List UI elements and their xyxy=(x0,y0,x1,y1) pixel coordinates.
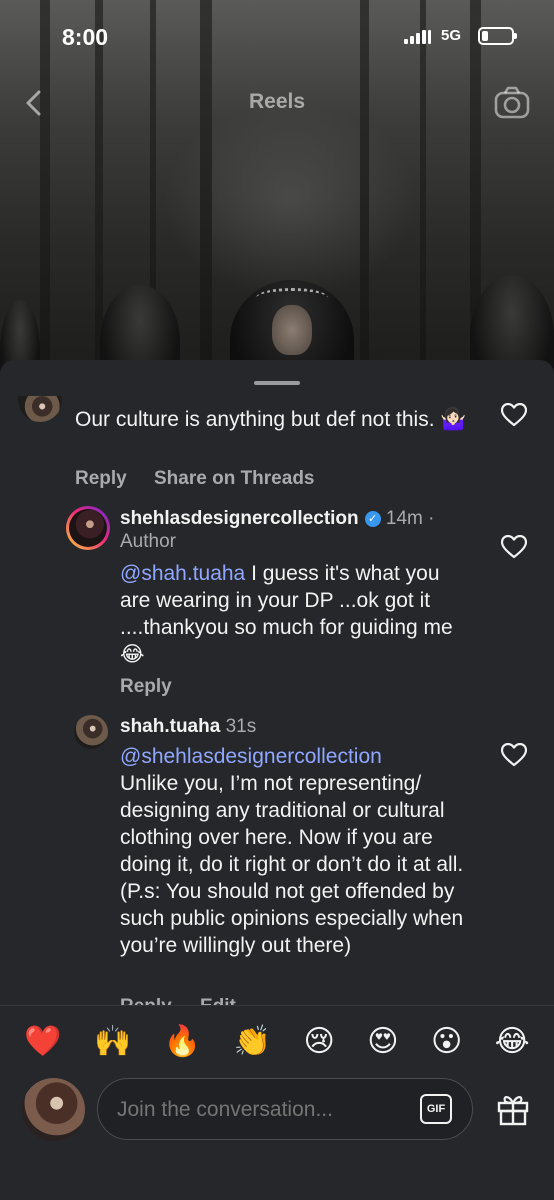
emoji-heart[interactable]: ❤️ xyxy=(24,1022,61,1062)
avatar[interactable] xyxy=(74,715,108,749)
comment-time: 14m xyxy=(385,508,423,529)
comment-mention: @shehlasdesignercollection xyxy=(120,743,480,770)
camera-icon[interactable] xyxy=(494,86,530,120)
comment-header: shehlasdesignercollection ✓ 14m · xyxy=(120,507,540,531)
verified-badge-icon: ✓ xyxy=(364,511,381,527)
comment-username[interactable]: shah.tuaha xyxy=(120,716,220,737)
avatar[interactable] xyxy=(66,506,110,550)
network-label: 5G xyxy=(441,27,462,44)
quick-emoji-bar: ❤️ 🙌 🔥 👏 😢 😍 😮 😂 xyxy=(0,1020,554,1064)
status-time: 8:00 xyxy=(62,24,109,50)
battery-icon xyxy=(478,27,517,45)
gift-icon[interactable] xyxy=(496,1092,530,1126)
reel-video-frame[interactable] xyxy=(0,0,554,400)
emoji-raised-hands[interactable]: 🙌 xyxy=(94,1022,131,1062)
mention-link[interactable]: @shehlasdesignercollection xyxy=(120,745,382,768)
like-heart-icon[interactable] xyxy=(501,743,527,767)
like-heart-icon[interactable] xyxy=(501,535,527,559)
comment-username[interactable]: shehlasdesignercollection xyxy=(120,508,359,529)
share-on-threads-button[interactable]: Share on Threads xyxy=(154,468,315,490)
comment-header: shah.tuaha 31s xyxy=(120,715,520,739)
comment-input-container[interactable]: GIF xyxy=(97,1078,473,1140)
emoji-clapping[interactable]: 👏 xyxy=(234,1022,271,1062)
author-badge: Author xyxy=(120,531,176,552)
emoji-fire[interactable]: 🔥 xyxy=(164,1022,201,1062)
comment-text: Our culture is anything but def not this… xyxy=(75,408,467,431)
page-title: Reels xyxy=(248,90,306,113)
comment-input[interactable] xyxy=(117,1098,407,1122)
reply-button[interactable]: Reply xyxy=(75,468,127,490)
gif-button[interactable]: GIF xyxy=(420,1094,452,1124)
emoji-heart-eyes[interactable]: 😍 xyxy=(367,1022,398,1062)
current-user-avatar xyxy=(22,1078,85,1141)
comment-text: @shah.tuaha I guess it's what you are we… xyxy=(120,562,453,666)
comment-time: 31s xyxy=(225,716,257,737)
emoji-surprised[interactable]: 😮 xyxy=(431,1022,462,1062)
mention-link[interactable]: @shah.tuaha xyxy=(120,562,245,585)
cellular-signal-icon xyxy=(404,30,431,44)
reply-button[interactable]: Reply xyxy=(120,676,172,698)
comment-text: Unlike you, I’m not representing/ design… xyxy=(120,772,464,957)
emoji-crying[interactable]: 😢 xyxy=(303,1022,334,1062)
like-heart-icon[interactable] xyxy=(501,403,527,427)
sheet-drag-handle[interactable] xyxy=(254,381,300,385)
emoji-tears-of-joy[interactable]: 😂 xyxy=(495,1022,530,1062)
separator: · xyxy=(428,508,435,529)
